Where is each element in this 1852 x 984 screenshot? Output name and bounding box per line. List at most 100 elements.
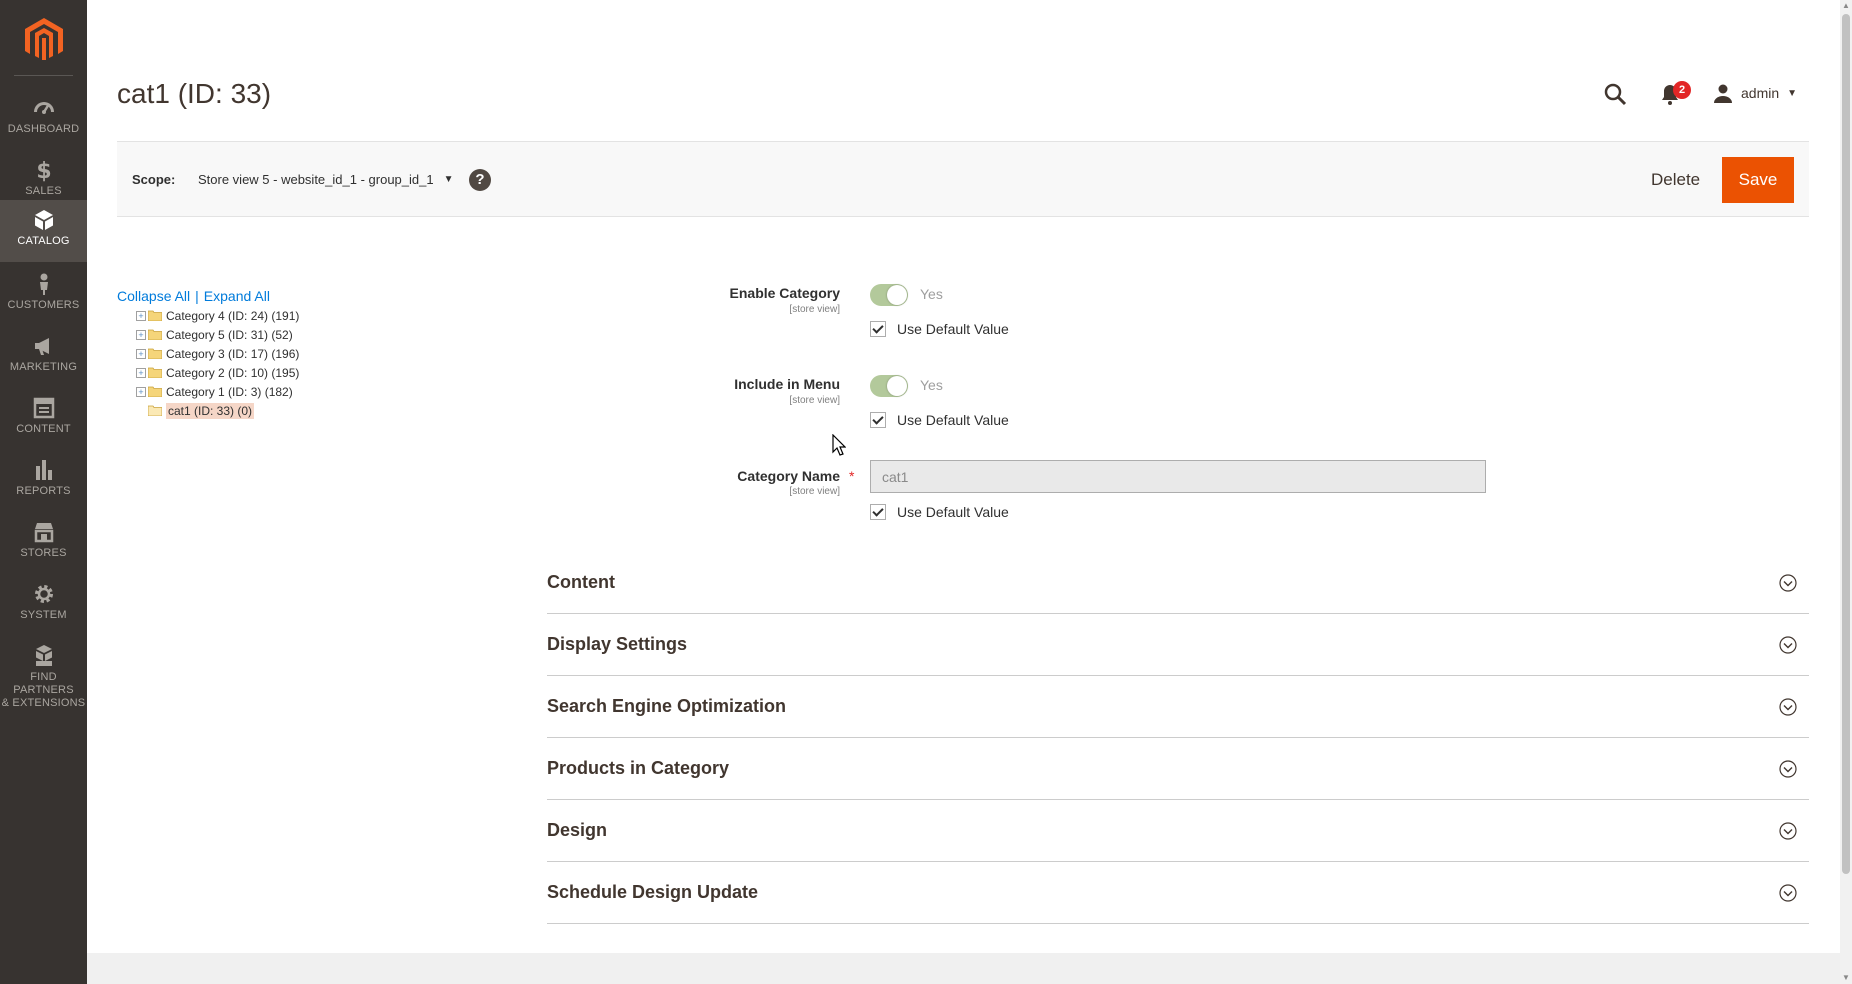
section-search-engine-optimization[interactable]: Search Engine Optimization xyxy=(547,676,1809,738)
toggle-knob xyxy=(887,376,907,396)
layout-icon xyxy=(33,397,54,419)
tree-node-label[interactable]: Category 4 (ID: 24) (191) xyxy=(166,309,299,323)
section-title: Display Settings xyxy=(547,634,688,654)
box-icon xyxy=(34,210,53,230)
nav-stores[interactable]: STORES xyxy=(0,512,87,574)
include-in-menu-use-default[interactable]: Use Default Value xyxy=(870,412,1009,428)
tree-node-selected[interactable]: cat1 (ID: 33) (0) xyxy=(136,401,299,420)
scope-label: Scope: xyxy=(132,172,176,187)
tree-actions-separator: | xyxy=(195,288,199,304)
include-in-menu-toggle[interactable] xyxy=(870,375,908,397)
checkbox[interactable] xyxy=(870,321,886,337)
folder-icon xyxy=(148,329,162,340)
enable-category-scope: [store view] xyxy=(789,304,840,315)
scroll-up-arrow-icon[interactable]: ▲ xyxy=(1842,2,1850,10)
save-button[interactable]: Save xyxy=(1722,157,1794,203)
nav-dashboard[interactable]: DASHBOARD xyxy=(0,88,87,150)
category-name-use-default[interactable]: Use Default Value xyxy=(870,504,1009,520)
checkbox[interactable] xyxy=(870,412,886,428)
dashboard-icon xyxy=(33,102,54,114)
nav-reports[interactable]: REPORTS xyxy=(0,450,87,512)
admin-user-menu[interactable]: admin ▼ xyxy=(1713,82,1797,104)
scope-switcher[interactable]: Store view 5 - website_id_1 - group_id_1… xyxy=(198,172,454,187)
admin-sidebar: DASHBOARD $ SALES CATALOG CUSTOMERS MARK… xyxy=(0,0,87,984)
page-actions-toolbar: Scope: Store view 5 - website_id_1 - gro… xyxy=(117,141,1809,217)
folder-icon xyxy=(148,386,162,397)
delete-button[interactable]: Delete xyxy=(1631,157,1720,203)
page-scrollbar[interactable]: ▲ ▼ xyxy=(1840,0,1852,984)
category-name-scope: [store view] xyxy=(789,486,840,497)
nav-content[interactable]: CONTENT xyxy=(0,388,87,450)
nav-customers[interactable]: CUSTOMERS xyxy=(0,264,87,326)
checkbox[interactable] xyxy=(870,504,886,520)
expand-all-link[interactable]: Expand All xyxy=(204,288,270,304)
nav-marketing[interactable]: MARKETING xyxy=(0,326,87,388)
include-in-menu-value: Yes xyxy=(920,377,943,393)
expand-node-icon[interactable]: + xyxy=(136,310,146,321)
section-title: Products in Category xyxy=(547,758,730,778)
tree-node-label[interactable]: Category 2 (ID: 10) (195) xyxy=(166,366,299,380)
enable-category-use-default[interactable]: Use Default Value xyxy=(870,321,1009,337)
nav-sales-label: SALES xyxy=(25,185,62,197)
section-products-in-category[interactable]: Products in Category xyxy=(547,738,1809,800)
nav-catalog[interactable]: CATALOG xyxy=(0,200,87,262)
store-icon xyxy=(34,523,53,543)
nav-customers-label: CUSTOMERS xyxy=(7,299,80,311)
user-icon xyxy=(1714,84,1732,103)
expand-node-icon[interactable]: + xyxy=(136,348,146,359)
tree-node-label[interactable]: Category 1 (ID: 3) (182) xyxy=(166,385,293,399)
section-display-settings[interactable]: Display Settings xyxy=(547,614,1809,676)
tree-node[interactable]: + Category 5 (ID: 31) (52) xyxy=(136,325,299,344)
tree-node[interactable]: + Category 2 (ID: 10) (195) xyxy=(136,363,299,382)
tree-node-label[interactable]: Category 5 (ID: 31) (52) xyxy=(166,328,293,342)
enable-category-value: Yes xyxy=(920,286,943,302)
nav-find-partners-label-1: FIND PARTNERS xyxy=(13,671,74,696)
enable-category-label: Enable Category xyxy=(729,285,840,301)
nav-catalog-label: CATALOG xyxy=(17,235,70,247)
nav-system[interactable]: SYSTEM xyxy=(0,574,87,636)
section-title: Schedule Design Update xyxy=(547,882,759,902)
nav-system-label: SYSTEM xyxy=(20,609,67,621)
magento-logo-icon xyxy=(25,18,63,60)
include-in-menu-label: Include in Menu xyxy=(734,376,840,392)
required-marker: * xyxy=(849,468,855,484)
expand-node-icon[interactable]: + xyxy=(136,367,146,378)
nav-find-partners[interactable]: FIND PARTNERS & EXTENSIONS xyxy=(0,636,87,709)
help-icon[interactable]: ? xyxy=(469,169,491,191)
footer-strip xyxy=(87,953,1840,984)
category-name-input[interactable] xyxy=(870,460,1486,493)
tree-node[interactable]: + Category 4 (ID: 24) (191) xyxy=(136,306,299,325)
section-title: Search Engine Optimization xyxy=(547,696,787,716)
tree-actions: Collapse All | Expand All xyxy=(117,288,270,304)
include-in-menu-scope: [store view] xyxy=(789,395,840,406)
section-schedule-design-update[interactable]: Schedule Design Update xyxy=(547,862,1809,924)
notifications-badge: 2 xyxy=(1673,81,1691,99)
chevron-down-circle-icon xyxy=(1779,636,1797,654)
nav-stores-label: STORES xyxy=(20,547,67,559)
enable-category-toggle[interactable] xyxy=(870,284,908,306)
svg-text:$: $ xyxy=(36,159,51,182)
chevron-down-icon: ▼ xyxy=(443,174,454,185)
section-design[interactable]: Design xyxy=(547,800,1809,862)
gear-icon xyxy=(34,585,53,603)
section-content[interactable]: Content xyxy=(547,552,1809,614)
folder-icon xyxy=(148,348,162,359)
folder-open-icon xyxy=(148,405,162,416)
tree-node[interactable]: + Category 1 (ID: 3) (182) xyxy=(136,382,299,401)
nav-reports-label: REPORTS xyxy=(16,485,71,497)
chevron-down-circle-icon xyxy=(1779,698,1797,716)
expand-node-icon[interactable]: + xyxy=(136,329,146,340)
scrollbar-thumb[interactable] xyxy=(1842,14,1850,874)
collapse-all-link[interactable]: Collapse All xyxy=(117,288,190,304)
tree-node-label[interactable]: Category 3 (ID: 17) (196) xyxy=(166,347,299,361)
tree-node-label[interactable]: cat1 (ID: 33) (0) xyxy=(166,402,255,419)
scroll-down-arrow-icon[interactable]: ▼ xyxy=(1842,974,1850,982)
nav-find-partners-label-2: & EXTENSIONS xyxy=(1,697,86,709)
dollar-icon: $ xyxy=(36,159,51,182)
tree-node[interactable]: + Category 3 (ID: 17) (196) xyxy=(136,344,299,363)
magento-logo[interactable] xyxy=(0,0,87,76)
toggle-knob xyxy=(887,285,907,305)
expand-node-icon[interactable]: + xyxy=(136,386,146,397)
nav-marketing-label: MARKETING xyxy=(9,361,78,373)
search-icon[interactable] xyxy=(1603,82,1627,106)
